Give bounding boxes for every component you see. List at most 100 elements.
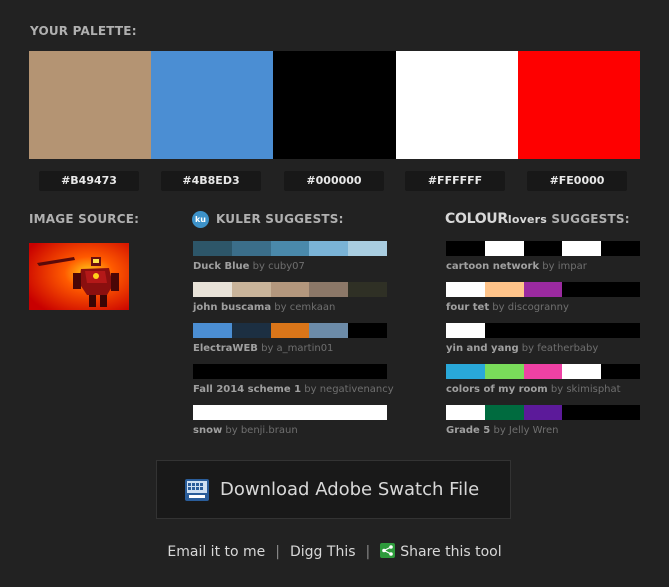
image-source-heading: IMAGE SOURCE: [29,212,140,226]
separator: | [275,544,280,560]
suggestion-name[interactable]: john buscama [193,302,271,313]
kuler-heading: KULER SUGGESTS: [216,212,344,226]
suggestion-color-chip [309,241,349,256]
colourlovers-logo-lovers: lovers [507,213,547,226]
suggestion-name[interactable]: Fall 2014 scheme 1 [193,384,301,395]
suggestion-swatch-bar[interactable] [193,364,387,379]
suggestion-author: by benji.braun [225,425,298,436]
kuler-suggestion[interactable]: snow by benji.braun [193,405,387,436]
colourlovers-suggestion[interactable]: Grade 5 by Jelly Wren [446,405,640,436]
palette-swatch-1[interactable] [29,51,152,159]
suggestion-color-chip [270,323,310,338]
suggestion-name[interactable]: colors of my room [446,384,548,395]
digg-link[interactable]: Digg This [290,544,356,560]
suggestion-author: by cuby07 [252,261,305,272]
suggestion-color-chip [309,323,349,338]
suggestion-color-chip [523,364,563,379]
suggestion-swatch-bar[interactable] [193,405,387,420]
suggestion-color-chip [601,241,640,256]
suggestion-swatch-bar[interactable] [446,405,640,420]
colourlovers-suggestion[interactable]: yin and yang by featherbaby [446,323,640,354]
suggestion-color-chip [193,282,232,297]
suggestion-swatch-bar[interactable] [193,323,387,338]
palette-swatch-4[interactable] [395,51,518,159]
hex-code-2[interactable]: #4B8ED3 [161,171,261,191]
robot-artwork-image [29,243,129,310]
suggestion-swatch-bar[interactable] [193,282,387,297]
palette-swatch-2[interactable] [151,51,274,159]
suggestion-color-chip [601,323,640,338]
suggestion-color-chip [484,323,524,338]
suggestion-color-chip [446,364,485,379]
suggestion-name[interactable]: snow [193,425,222,436]
suggestion-author: by Jelly Wren [493,425,559,436]
kuler-suggestion[interactable]: ElectraWEB by a_martin01 [193,323,387,354]
colourlovers-suggestion[interactable]: four tet by discogranny [446,282,640,313]
swatch-file-icon [185,478,209,501]
suggestion-name[interactable]: ElectraWEB [193,343,258,354]
suggestion-color-chip [231,282,271,297]
suggestion-name[interactable]: cartoon network [446,261,539,272]
suggestion-color-chip [193,405,232,420]
suggestion-color-chip [270,282,310,297]
suggestion-author: by a_martin01 [261,343,334,354]
kuler-suggestion[interactable]: john buscama by cemkaan [193,282,387,313]
suggestion-swatch-bar[interactable] [446,323,640,338]
suggestion-author: by impar [542,261,587,272]
suggestion-color-chip [193,364,232,379]
suggestion-name[interactable]: yin and yang [446,343,519,354]
hex-code-5[interactable]: #FE0000 [527,171,627,191]
email-link[interactable]: Email it to me [167,544,265,560]
suggestion-color-chip [562,323,602,338]
palette-heading: YOUR PALETTE: [30,24,137,38]
suggestion-author: by negativenancy [304,384,394,395]
suggestion-color-chip [446,241,485,256]
suggestion-color-chip [348,405,387,420]
suggestion-color-chip [348,323,387,338]
suggestion-color-chip [562,364,602,379]
palette-swatch-5[interactable] [517,51,641,159]
colourlovers-heading-text: SUGGESTS: [547,212,630,226]
suggestion-color-chip [601,282,640,297]
share-link[interactable]: Share this tool [400,544,501,560]
suggestion-color-chip [484,364,524,379]
suggestion-color-chip [484,282,524,297]
suggestion-color-chip [348,282,387,297]
colourlovers-heading: COLOURlovers SUGGESTS: [445,211,630,227]
palette-swatch-3[interactable] [273,51,396,159]
download-label: Download Adobe Swatch File [220,479,480,500]
footer-links: Email it to me | Digg This | Share this tool [0,543,669,560]
suggestion-color-chip [309,405,349,420]
kuler-suggestion[interactable]: Duck Blue by cuby07 [193,241,387,272]
suggestion-swatch-bar[interactable] [446,282,640,297]
suggestion-color-chip [270,364,310,379]
hex-code-3[interactable]: #000000 [284,171,384,191]
suggestion-swatch-bar[interactable] [446,241,640,256]
kuler-suggestion[interactable]: Fall 2014 scheme 1 by negativenancy [193,364,394,395]
suggestion-author: by skimisphat [550,384,621,395]
suggestion-color-chip [193,323,232,338]
suggestion-name[interactable]: Grade 5 [446,425,490,436]
suggestion-color-chip [523,405,563,420]
suggestion-swatch-bar[interactable] [446,364,640,379]
suggestion-color-chip [193,241,232,256]
suggestion-swatch-bar[interactable] [193,241,387,256]
colourlovers-suggestion[interactable]: colors of my room by skimisphat [446,364,640,395]
hex-code-1[interactable]: #B49473 [39,171,139,191]
suggestion-color-chip [601,405,640,420]
suggestion-color-chip [231,241,271,256]
suggestion-color-chip [523,323,563,338]
suggestion-author: by discogranny [492,302,569,313]
suggestion-color-chip [231,364,271,379]
hex-code-4[interactable]: #FFFFFF [405,171,505,191]
suggestion-color-chip [562,241,602,256]
colourlovers-logo-colour: COLOUR [445,211,508,227]
colourlovers-suggestion[interactable]: cartoon network by impar [446,241,640,272]
share-icon[interactable] [380,543,396,558]
download-swatch-button[interactable]: Download Adobe Swatch File [156,460,511,519]
source-image-thumbnail[interactable] [29,243,129,310]
suggestion-color-chip [446,405,485,420]
suggestion-name[interactable]: Duck Blue [193,261,249,272]
suggestion-name[interactable]: four tet [446,302,489,313]
suggestion-color-chip [348,364,387,379]
